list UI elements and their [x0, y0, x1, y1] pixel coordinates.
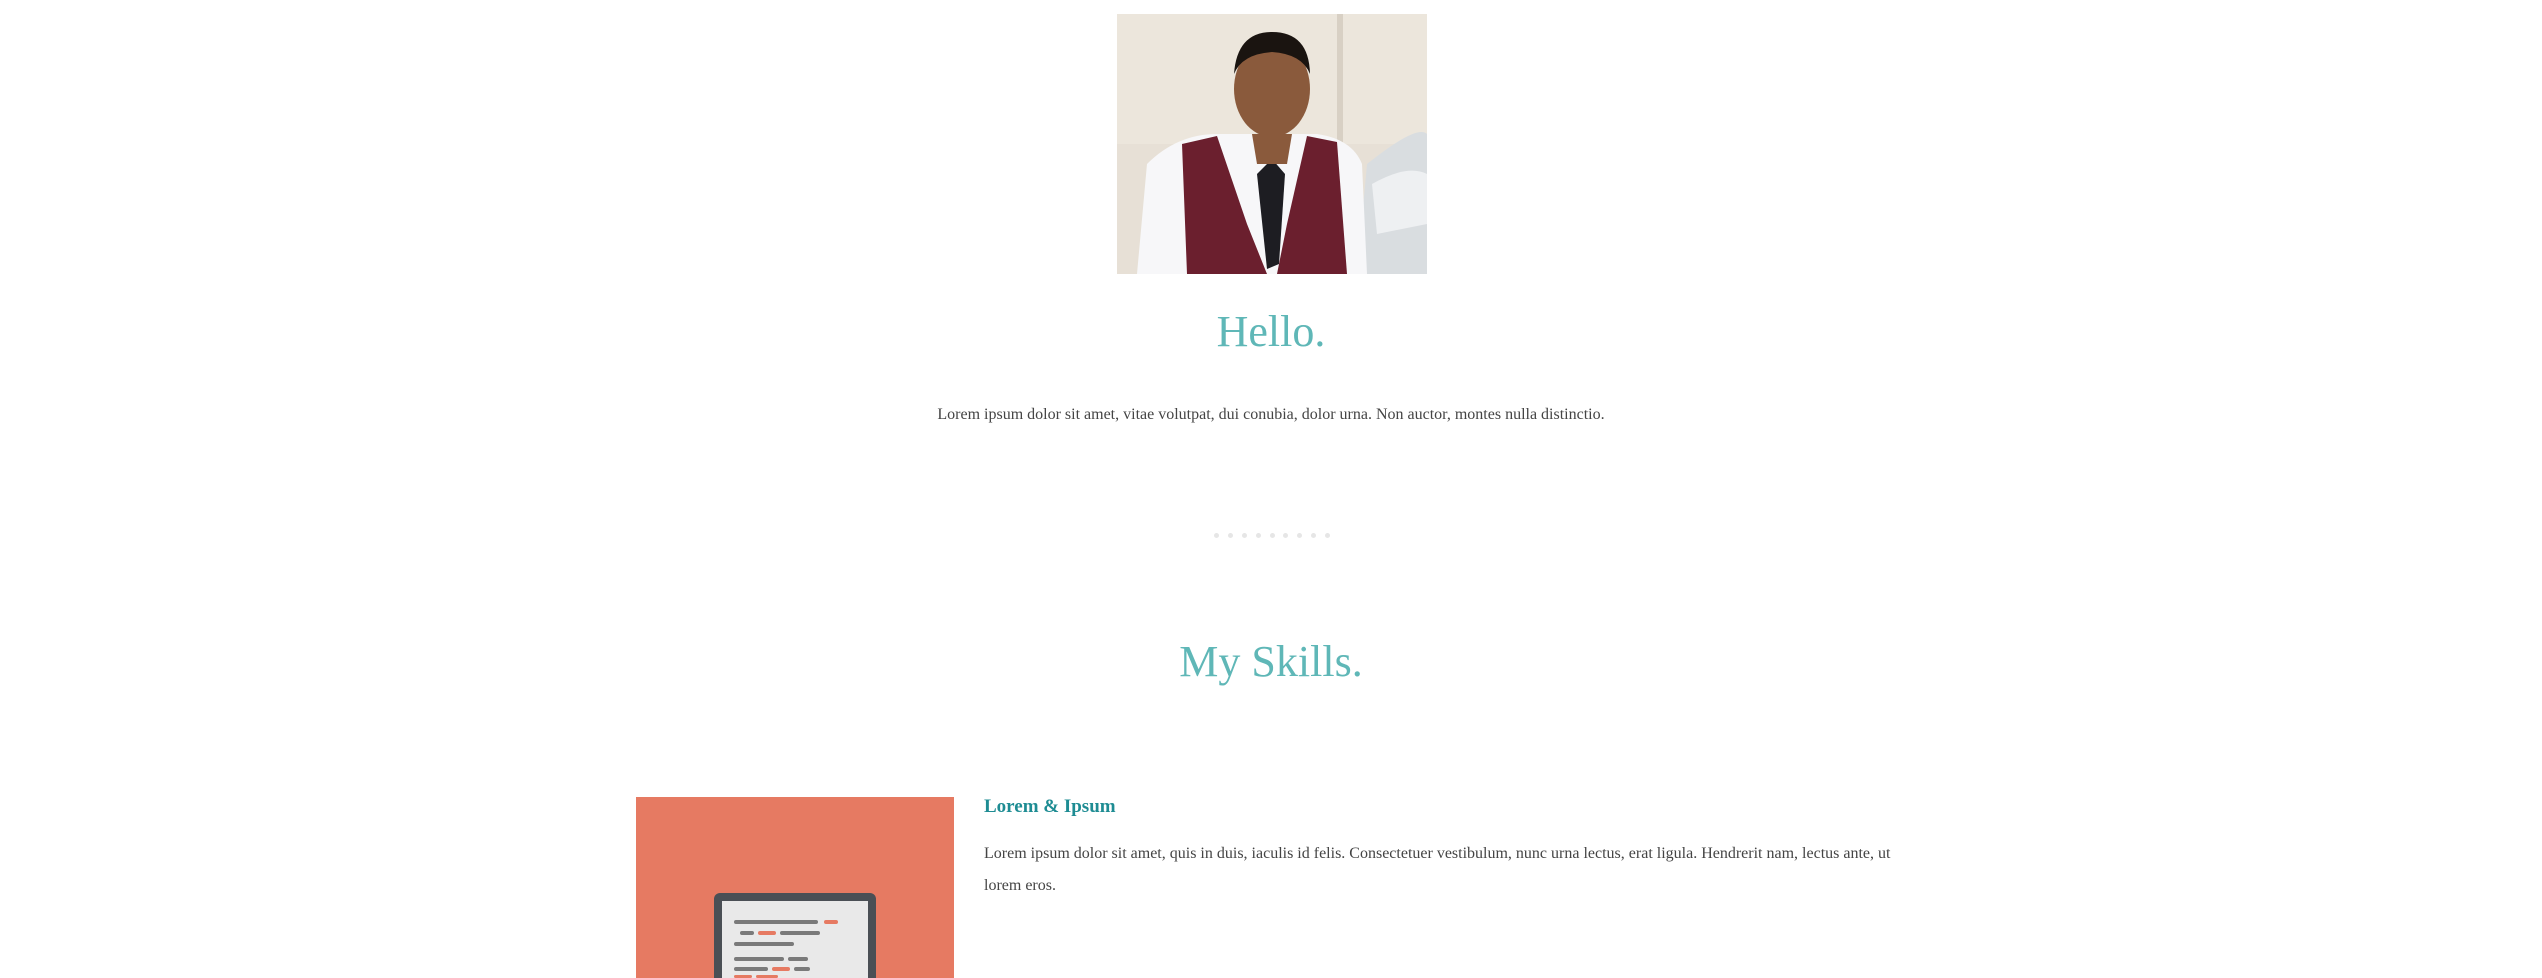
section-divider [1214, 533, 1330, 539]
divider-dot [1283, 533, 1289, 538]
skill-image [636, 797, 954, 978]
divider-dot [1325, 533, 1330, 538]
laptop-code-illustration-icon [714, 893, 876, 978]
divider-dot [1241, 533, 1247, 538]
divider-dot [1297, 533, 1303, 538]
divider-dot [1255, 533, 1261, 538]
portrait-photo-icon [1117, 14, 1427, 274]
divider-dot [1214, 533, 1219, 538]
skill-title: Lorem & Ipsum [984, 796, 1116, 817]
skills-heading: My Skills. [1179, 637, 1363, 686]
greeting-heading: Hello. [1216, 307, 1326, 356]
divider-dot [1227, 533, 1233, 538]
intro-text: Lorem ipsum dolor sit amet, vitae volutp… [937, 406, 1605, 423]
skill-description: Lorem ipsum dolor sit amet, quis in duis… [984, 845, 1891, 894]
divider-dot [1311, 533, 1317, 538]
divider-dot [1269, 533, 1275, 538]
profile-photo [1117, 14, 1427, 274]
